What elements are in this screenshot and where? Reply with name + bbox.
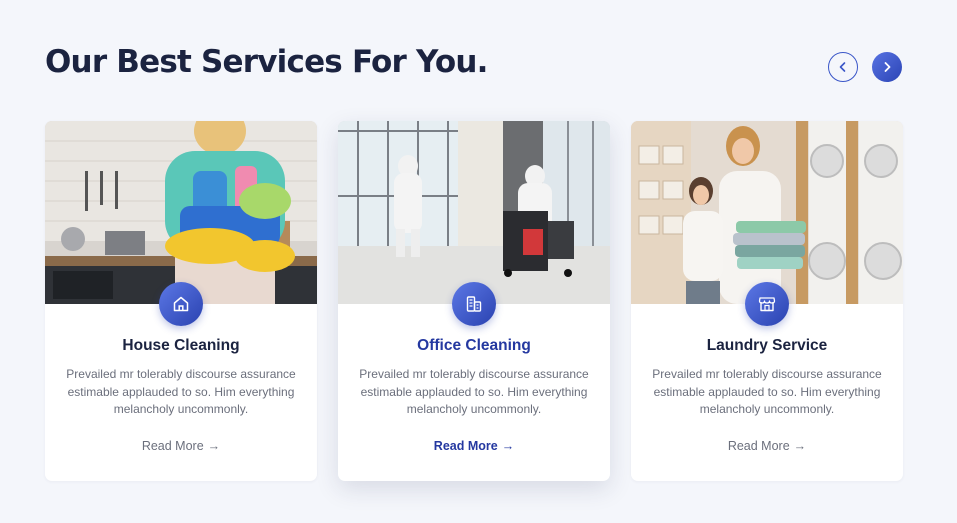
carousel-next-button[interactable]: [872, 52, 902, 82]
office-cleaning-photo: [338, 121, 610, 304]
chevron-right-icon: [884, 62, 891, 72]
service-badge: [452, 282, 496, 326]
read-more-link[interactable]: Read More →: [631, 439, 903, 453]
office-building-icon: [466, 296, 482, 312]
service-card-office-cleaning[interactable]: Office Cleaning Prevailed mr tolerably d…: [338, 121, 610, 481]
section-title: Our Best Services For You.: [45, 44, 488, 80]
carousel-prev-button[interactable]: [828, 52, 858, 82]
service-description: Prevailed mr tolerably discourse assuran…: [66, 367, 296, 416]
read-more-label: Read More: [141, 439, 204, 453]
house-icon: [173, 296, 189, 312]
read-more-link[interactable]: Read More →: [338, 439, 610, 453]
service-card-house-cleaning[interactable]: House Cleaning Prevailed mr tolerably di…: [45, 121, 317, 481]
read-more-label: Read More: [727, 439, 790, 453]
service-title: House Cleaning: [122, 337, 240, 354]
service-description: Prevailed mr tolerably discourse assuran…: [652, 367, 882, 416]
service-description: Prevailed mr tolerably discourse assuran…: [359, 367, 589, 416]
read-more-label: Read More: [433, 439, 498, 453]
service-title: Office Cleaning: [417, 337, 531, 354]
laundry-service-photo: [631, 121, 903, 304]
house-cleaning-photo: [45, 121, 317, 304]
arrow-right-icon: →: [207, 439, 221, 453]
read-more-link[interactable]: Read More →: [45, 439, 317, 453]
service-card-laundry-service[interactable]: Laundry Service Prevailed mr tolerably d…: [631, 121, 903, 481]
service-badge: [745, 282, 789, 326]
arrow-right-icon: →: [793, 439, 807, 453]
service-badge: [159, 282, 203, 326]
arrow-right-icon: →: [501, 439, 515, 453]
chevron-left-icon: [839, 62, 846, 72]
laundry-store-icon: [758, 297, 776, 312]
service-title: Laundry Service: [706, 337, 828, 354]
